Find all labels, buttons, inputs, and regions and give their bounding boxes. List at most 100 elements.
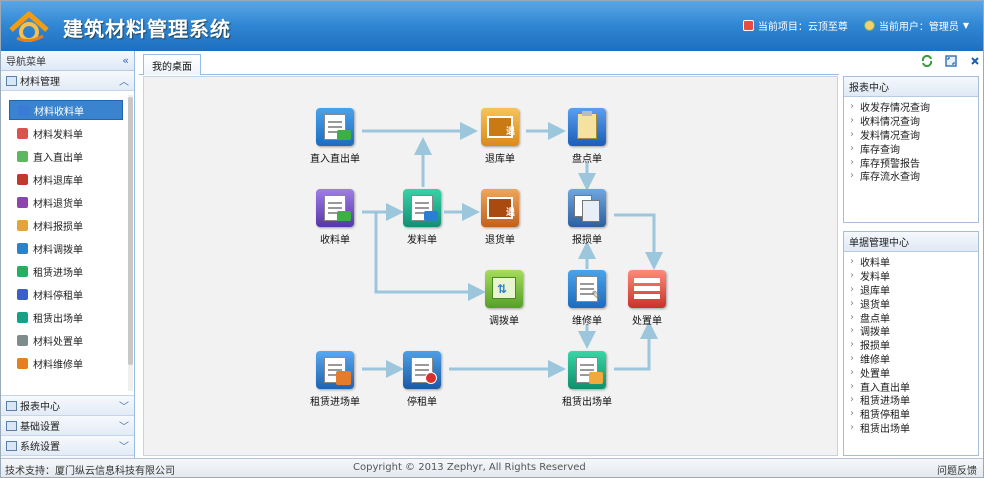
flow-node-lease-in[interactable]: 租赁进场单 [295,351,375,408]
copyright-text: Copyright © 2013 Zephyr, All Rights Rese… [353,462,586,473]
nav-group[interactable]: 报表中心 ﹀ [1,396,134,416]
menu-item[interactable]: 材料退货单 [9,192,123,212]
chevron-down-icon[interactable]: ﹀ [119,398,129,413]
menu-item-label: 直入直出单 [33,152,83,164]
current-user[interactable]: 当前用户：管理员 ▼ [863,18,969,33]
menu-item-label: 租赁进场单 [33,267,83,279]
flow-node-return-goods[interactable]: 退 退货单 [460,189,540,246]
bills-link[interactable]: 维修单 [850,352,978,366]
menu-item[interactable]: 材料发料单 [9,123,123,143]
logo-icon [9,11,49,43]
support-text: 技术支持：厦门纵云信息科技有限公司 [5,466,175,477]
lease-out-icon [568,351,606,389]
menu-item-label: 材料报损单 [33,221,83,233]
repair-bill-icon: ✎ [568,270,606,308]
bills-link[interactable]: 处置单 [850,365,978,380]
report-center-title: 报表中心 [844,77,978,97]
flow-node-direct[interactable]: 直入直出单 [295,108,375,165]
bills-link[interactable]: 报损单 [850,338,978,352]
transfer-icon [17,242,28,254]
chevron-up-icon[interactable]: ︿ [119,73,129,88]
menu-item-label: 租赁出场单 [33,313,83,325]
menu-item[interactable]: 材料报损单 [9,215,123,235]
inventory-check-icon [568,108,606,146]
lease-stop-icon [403,351,441,389]
group-icon [6,400,17,411]
flow-node-label: 发料单 [407,235,437,246]
return-stock-icon: 退 [481,108,519,146]
flow-node-damage[interactable]: 报损单 [547,189,627,246]
flow-node-lease-stop[interactable]: 停租单 [382,351,462,408]
flow-node-dispose[interactable]: 处置单 [607,270,687,327]
reports-link[interactable]: 收料情况查询 [850,114,978,128]
menu-item[interactable]: 租赁出场单 [9,307,123,327]
material-group-icon [6,75,17,86]
flow-node-return-stock[interactable]: 退 退库单 [460,108,540,165]
dispose-bill-icon [628,270,666,308]
lease-in-icon [17,265,28,277]
bills-link[interactable]: 退货单 [850,296,978,311]
lease-out-icon [17,311,28,323]
menu-item[interactable]: 材料维修单 [9,353,123,373]
bills-link[interactable]: 直入直出单 [850,379,978,394]
reports-link[interactable]: 库存查询 [850,141,978,156]
reports-link[interactable]: 发料情况查询 [850,128,978,142]
nav-group[interactable]: 系统设置 ﹀ [1,436,134,456]
flow-node-inventory[interactable]: 盘点单 [547,108,627,165]
bills-link[interactable]: 收料单 [850,255,978,269]
transfer-bill-icon: ⇅ [485,270,523,308]
menu-item[interactable]: 租赁进场单 [9,261,123,281]
flow-node-label: 处置单 [632,316,662,327]
menu-item-label: 材料调拨单 [33,244,83,256]
group-icon [6,440,17,451]
reports-link[interactable]: 库存流水查询 [850,169,978,183]
fullscreen-icon[interactable] [945,55,957,67]
bills-link[interactable]: 退库单 [850,283,978,297]
footer-bar: 技术支持：厦门纵云信息科技有限公司 Copyright © 2013 Zephy… [1,458,983,477]
report-center-panel: 报表中心 收发存情况查询收料情况查询发料情况查询库存查询库存预警报告库存流水查询 [843,76,979,223]
flow-node-receive[interactable]: 收料单 [295,189,375,246]
bills-link[interactable]: 盘点单 [850,310,978,325]
nav-group-material[interactable]: 材料管理 ︿ [1,71,134,91]
right-column: 报表中心 收发存情况查询收料情况查询发料情况查询库存查询库存预警报告库存流水查询… [843,76,979,456]
close-icon[interactable] [969,55,981,67]
menu-item[interactable]: 材料处置单 [9,330,123,350]
reports-link[interactable]: 库存预警报告 [850,155,978,170]
menu-item[interactable]: 材料退库单 [9,169,123,189]
bills-link[interactable]: 发料单 [850,269,978,283]
flow-node-label: 直入直出单 [310,154,360,165]
menu-item[interactable]: 材料停租单 [9,284,123,304]
feedback-link[interactable]: 问题反馈 [937,462,977,477]
damage-bill-icon [568,189,606,227]
refresh-icon[interactable] [921,55,933,67]
menu-item[interactable]: 材料调拨单 [9,238,123,258]
caret-down-icon[interactable]: ▼ [963,21,969,30]
flow-node-lease-out[interactable]: 租赁出场单 [547,351,627,408]
flow-node-label: 停租单 [407,397,437,408]
menu-item-label: 材料发料单 [33,129,83,141]
reports-link[interactable]: 收发存情况查询 [850,100,978,114]
bills-link[interactable]: 租赁停租单 [850,407,978,421]
chevron-down-icon[interactable]: ﹀ [119,418,129,433]
flow-node-issue[interactable]: 发料单 [382,189,462,246]
menu-scrollbar-thumb[interactable] [128,97,133,365]
bill-center-title: 单据管理中心 [844,232,978,252]
nav-group-label: 材料管理 [20,77,60,88]
bills-link[interactable]: 租赁进场单 [850,393,978,407]
bills-link[interactable]: 调拨单 [850,324,978,338]
user-icon [863,20,875,31]
bill-list: 收料单发料单退库单退货单盘点单调拨单报损单维修单处置单直入直出单租赁进场单租赁停… [844,252,978,435]
menu-item[interactable]: 材料收料单 [9,100,123,120]
chevron-down-icon[interactable]: ﹀ [119,438,129,453]
flow-node-label: 调拨单 [489,316,519,327]
tab-my-desktop[interactable]: 我的桌面 [143,54,201,75]
current-project[interactable]: 当前项目：云顶至尊 [742,18,848,33]
flow-node-transfer[interactable]: ⇅ 调拨单 [464,270,544,327]
return-goods-icon: 退 [481,189,519,227]
menu-item-label: 材料退库单 [33,175,83,187]
nav-group[interactable]: 基础设置 ﹀ [1,416,134,436]
collapse-nav-icon[interactable]: « [122,54,129,67]
menu-item[interactable]: 直入直出单 [9,146,123,166]
left-navigation: 导航菜单 « 材料管理 ︿ 材料收料单 材料发料单 直入直出单 材料退库单 材料退货单材… [1,51,135,476]
bills-link[interactable]: 租赁出场单 [850,421,978,435]
